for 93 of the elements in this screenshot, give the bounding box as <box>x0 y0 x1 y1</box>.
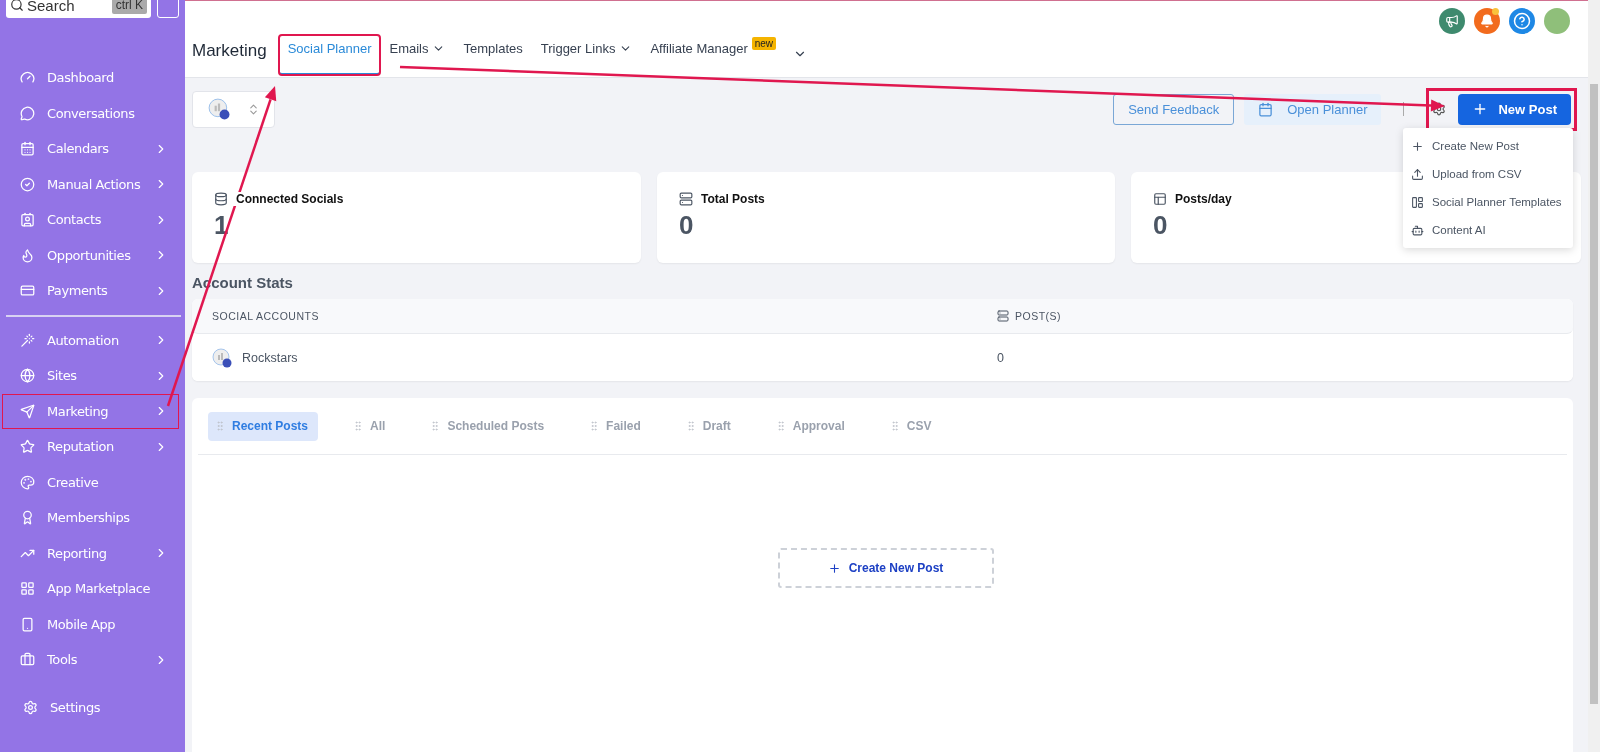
sidebar-item[interactable]: Payments <box>2 273 179 309</box>
post-tab[interactable]: Scheduled Posts <box>423 411 555 441</box>
menu-item[interactable]: Social Planner Templates <box>1403 188 1573 216</box>
table-cell: Rockstars <box>242 350 298 365</box>
stat-icon <box>1153 192 1167 206</box>
stat-label: Total Posts <box>701 192 765 206</box>
nav-tab[interactable]: Social Planner <box>278 35 381 75</box>
sidebar-item[interactable]: Calendars <box>2 131 179 167</box>
stat-value: 0 <box>1153 210 1168 241</box>
menu-icon <box>20 652 35 668</box>
post-tab[interactable]: Approval <box>768 411 855 441</box>
menu-icon <box>20 176 35 192</box>
stat-value: 1 <box>214 210 229 241</box>
stat-icon <box>679 192 693 206</box>
sidebar-item[interactable]: Reporting <box>2 535 179 571</box>
menu-item-icon <box>1411 167 1424 181</box>
post-tab[interactable]: Failed <box>582 411 651 441</box>
shortcut-hint: ctrl K <box>111 0 147 14</box>
sidebar-item[interactable]: Creative <box>2 464 179 500</box>
open-planner-button[interactable]: Open Planner <box>1244 93 1382 125</box>
post-tab[interactable]: Recent Posts <box>208 411 319 441</box>
notifications-button[interactable] <box>1474 8 1500 34</box>
menu-icon <box>20 616 35 632</box>
sidebar-item[interactable]: Manual Actions <box>2 166 179 202</box>
stat-label: Connected Socials <box>236 192 344 206</box>
bell-icon <box>1480 14 1494 28</box>
menu-icon <box>20 510 35 526</box>
search-placeholder: Search <box>27 0 75 14</box>
menu-item-icon <box>1411 195 1424 209</box>
menu-icon <box>20 247 35 263</box>
menu-icon <box>20 439 35 455</box>
sidebar-item[interactable]: Tools <box>2 642 179 678</box>
sidebar-item[interactable]: Reputation <box>2 429 179 465</box>
account-avatar-icon <box>207 98 230 120</box>
scrollbar[interactable] <box>1588 0 1600 752</box>
page-title: Marketing <box>192 41 268 62</box>
settings-icon <box>23 699 38 715</box>
menu-item-icon <box>1411 139 1424 153</box>
menu-icon <box>20 332 35 348</box>
sidebar-item[interactable]: Sites <box>2 358 179 394</box>
send-feedback-button[interactable]: Send Feedback <box>1113 93 1235 125</box>
sidebar-item[interactable]: App Marketplace <box>2 571 179 607</box>
account-selector[interactable] <box>192 90 275 128</box>
calendar-icon <box>1258 101 1274 117</box>
menu-icon <box>20 474 35 490</box>
column-header: POST(S) <box>1015 310 1062 322</box>
stat-icon <box>214 192 228 206</box>
menu-item[interactable]: Upload from CSV <box>1403 160 1573 188</box>
post-tab[interactable]: Draft <box>678 411 741 441</box>
new-post-button[interactable]: New Post <box>1458 93 1571 125</box>
post-tab[interactable]: All <box>346 411 396 441</box>
column-header: SOCIAL ACCOUNTS <box>212 310 320 322</box>
stat-value: 0 <box>679 210 694 241</box>
sidebar-item[interactable]: Marketing <box>2 393 179 429</box>
sidebar-item[interactable]: Contacts <box>2 202 179 238</box>
menu-item[interactable]: Content AI <box>1403 216 1573 244</box>
posts-icon <box>997 310 1009 322</box>
nav-tab[interactable]: Trigger Links <box>531 35 642 75</box>
megaphone-icon <box>1445 14 1459 28</box>
menu-icon <box>20 283 35 299</box>
create-post-button[interactable]: Create New Post <box>777 548 994 588</box>
menu-icon <box>20 212 35 228</box>
sidebar-item[interactable]: Opportunities <box>2 237 179 273</box>
announcement-button[interactable] <box>1439 8 1465 34</box>
search-icon <box>10 0 24 12</box>
nav-tab[interactable]: Emails <box>380 35 455 75</box>
sidebar-item[interactable]: Settings <box>2 689 179 725</box>
sidebar-item[interactable]: Conversations <box>2 95 179 131</box>
menu-icon <box>20 105 35 121</box>
menu-icon <box>20 581 35 597</box>
drag-handle-icon <box>214 420 226 432</box>
plus-icon <box>827 561 841 575</box>
help-icon <box>1513 12 1531 30</box>
menu-item-icon <box>1411 223 1424 237</box>
menu-icon <box>20 403 35 419</box>
account-avatar-icon <box>212 347 232 368</box>
sidebar-item[interactable]: Memberships <box>2 500 179 536</box>
search-field[interactable]: Search ctrl K <box>6 0 151 18</box>
user-avatar[interactable] <box>1544 8 1570 34</box>
help-button[interactable] <box>1509 8 1535 34</box>
menu-icon <box>20 141 35 157</box>
post-tab[interactable]: CSV <box>882 411 942 441</box>
sidebar-item[interactable]: Dashboard <box>2 60 179 96</box>
stat-label: Posts/day <box>1175 192 1232 206</box>
sidebar-item[interactable]: Automation <box>2 322 179 358</box>
notification-dot <box>1492 8 1499 15</box>
nav-tab[interactable]: Affiliate Manager new <box>641 35 786 75</box>
menu-icon <box>20 368 35 384</box>
sidebar-item[interactable]: Mobile App <box>2 606 179 642</box>
new-badge: new <box>751 37 777 50</box>
table-cell-text: 0 <box>997 350 1005 365</box>
menu-item[interactable]: Create New Post <box>1403 132 1573 160</box>
nav-tab[interactable]: Templates <box>454 35 532 75</box>
